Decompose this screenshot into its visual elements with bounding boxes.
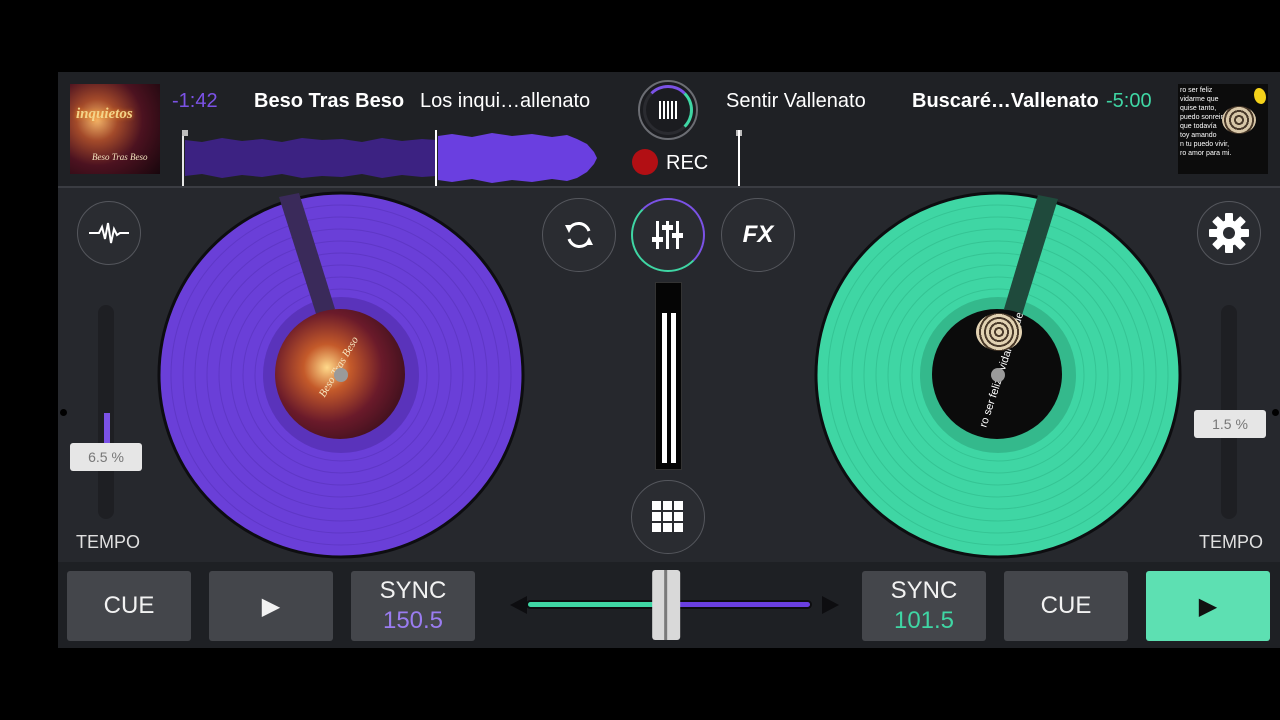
deck-a-spindle — [334, 368, 348, 382]
deck-a-time-remaining: -1:42 — [172, 90, 218, 112]
cover-lyric-line: quise tanto, — [1180, 105, 1217, 112]
record-label[interactable]: REC — [666, 152, 708, 175]
play-icon: ▶ — [1198, 592, 1218, 620]
deck-a-playhead — [435, 130, 437, 186]
deck-b-time-remaining: -5:00 — [1106, 90, 1152, 112]
master-vu-meter — [655, 282, 682, 470]
deck-b-turntable[interactable]: ro ser feliz / vidarme que / uise tanto,… — [814, 191, 1182, 559]
gear-icon — [1209, 213, 1249, 253]
settings-button[interactable] — [1197, 201, 1261, 265]
sombrero-icon — [976, 313, 1022, 351]
top-bar: inquietos Beso Tras Beso -1:42 Beso Tras… — [58, 72, 1280, 188]
crossfader-handle[interactable] — [652, 570, 681, 640]
deck-a-title: Beso Tras Beso — [254, 90, 405, 112]
refresh-icon — [565, 222, 593, 248]
cover-lyric-line: n tu puedo vivir, — [1180, 141, 1230, 148]
sliders-icon — [652, 221, 683, 249]
deck-a-tempo-slider[interactable] — [98, 305, 114, 519]
deck-a-album-cover[interactable]: inquietos Beso Tras Beso — [70, 84, 160, 174]
crossfader[interactable] — [492, 562, 844, 648]
sync-loop-button[interactable] — [542, 198, 616, 272]
deck-a-tempo-label: TEMPO — [76, 532, 141, 552]
bird-icon — [1254, 88, 1266, 104]
deck-a-waveform[interactable] — [182, 130, 602, 186]
deck-a-track-title[interactable]: Beso Tras Beso — [254, 90, 404, 113]
transport-bar: CUE ▶ SYNC 150.5 SYNC 101.5 CUE ▶ — [58, 562, 1280, 648]
cover-lyric-line: toy amando — [1180, 132, 1217, 139]
pads-button[interactable] — [631, 480, 705, 554]
waveform-view-button[interactable] — [77, 201, 141, 265]
deck-a-waveform-remaining — [438, 133, 597, 183]
grid-icon — [652, 501, 683, 532]
vu-right-bar — [671, 313, 676, 463]
deck-a-waveform-start-marker — [182, 130, 184, 186]
deck-b-edge-dot — [1272, 409, 1279, 416]
vu-left-bar — [662, 313, 667, 463]
deck-b-album-cover[interactable]: ro ser feliz vidarme que quise tanto, puedo… — [1178, 84, 1268, 174]
deck-b-cue-button[interactable]: CUE — [1004, 571, 1128, 641]
crossfader-right-arrow-icon[interactable] — [822, 596, 839, 614]
fx-button[interactable]: FX — [721, 198, 795, 272]
deck-b-waveform[interactable] — [736, 130, 742, 186]
deck-b-track-artist[interactable]: Sentir Vallenato — [726, 90, 866, 113]
deck-b-spindle — [991, 368, 1005, 382]
deck-b-sync-label: SYNC — [890, 577, 958, 604]
play-icon: ▶ — [261, 592, 281, 620]
crossfader-deck-a-fill — [528, 602, 667, 607]
deck-a-track-artist[interactable]: Los inqui…allenato — [420, 90, 590, 113]
deck-a-edge-dot — [60, 409, 67, 416]
deck-b-playhead — [738, 130, 740, 186]
deck-a-label-text: Beso Tras Beso — [316, 334, 362, 400]
deck-a-sync-label: SYNC — [379, 577, 447, 604]
deck-b-sync-button[interactable]: SYNC 101.5 — [862, 571, 986, 641]
deck-a-waveform-played — [185, 138, 436, 178]
vu-bars-icon — [659, 101, 679, 121]
deck-a-tempo-handle[interactable]: 6.5 % — [70, 443, 142, 471]
deck-a-cue-button[interactable]: CUE — [67, 571, 191, 641]
master-vu-button[interactable] — [638, 80, 698, 140]
deck-a-bpm: 150.5 — [382, 607, 444, 634]
crossfader-deck-b-fill — [666, 602, 810, 607]
deck-b-track-title[interactable]: Buscaré…Vallenato — [912, 90, 1099, 113]
deck-b-tempo-handle[interactable]: 1.5 % — [1194, 410, 1266, 438]
deck-a-turntable[interactable]: Beso Tras Beso — [157, 191, 525, 559]
sombrero-icon — [1222, 106, 1256, 134]
waveform-icon — [89, 222, 129, 244]
deck-b-bpm: 101.5 — [893, 607, 955, 634]
dj-app: inquietos Beso Tras Beso -1:42 Beso Tras… — [58, 72, 1280, 648]
cover-lyric-line: ro amor para mi. — [1180, 150, 1232, 157]
deck-b-tempo-label: TEMPO — [1199, 532, 1264, 552]
deck-a-sync-button[interactable]: SYNC 150.5 — [351, 571, 475, 641]
record-icon[interactable] — [632, 149, 658, 175]
deck-a-cover-title: inquietos — [76, 106, 133, 122]
deck-b-title: Buscaré…Vallenato — [912, 90, 1099, 112]
deck-a-cover-subtitle: Beso Tras Beso — [92, 152, 148, 162]
deck-b-play-button[interactable]: ▶ — [1146, 571, 1270, 641]
deck-a-play-button[interactable]: ▶ — [209, 571, 333, 641]
crossfader-left-arrow-icon[interactable] — [510, 596, 527, 614]
deck-a-waveform-cue-marker — [182, 130, 188, 136]
mixer-button[interactable] — [631, 198, 705, 272]
